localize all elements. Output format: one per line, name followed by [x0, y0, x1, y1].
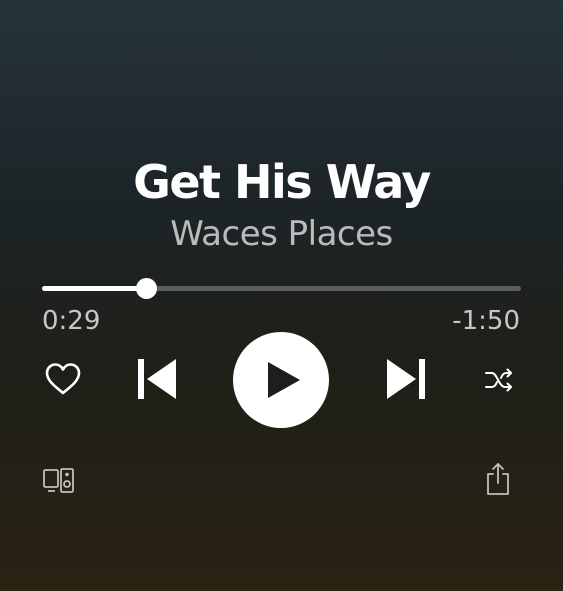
previous-button[interactable]	[133, 355, 181, 403]
share-button[interactable]	[483, 460, 513, 498]
like-button[interactable]	[42, 358, 84, 400]
play-button[interactable]	[233, 332, 329, 428]
next-button[interactable]	[382, 355, 430, 403]
remaining-time: -1:50	[452, 306, 520, 336]
progress-bar[interactable]	[42, 278, 521, 299]
now-playing-player: Get His Way Waces Places 0:29 -1:50	[0, 0, 563, 591]
shuffle-button[interactable]	[483, 364, 515, 396]
elapsed-time: 0:29	[42, 306, 101, 336]
skip-previous-icon	[138, 359, 176, 399]
devices-icon	[43, 468, 74, 493]
progress-fill	[42, 286, 147, 291]
skip-next-icon	[387, 359, 425, 399]
track-title: Get His Way	[133, 155, 431, 209]
play-icon	[268, 362, 300, 398]
progress-knob[interactable]	[135, 278, 157, 299]
track-artist[interactable]: Waces Places	[0, 212, 563, 256]
shuffle-icon	[485, 368, 512, 392]
heart-icon	[45, 363, 81, 395]
devices-button[interactable]	[40, 464, 78, 498]
share-icon	[487, 463, 509, 495]
